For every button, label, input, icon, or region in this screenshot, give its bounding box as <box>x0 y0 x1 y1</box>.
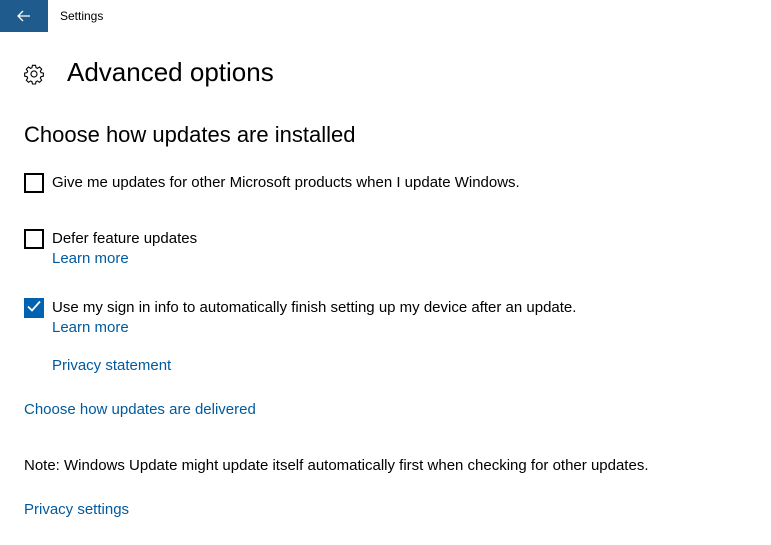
checkbox[interactable] <box>24 173 44 193</box>
learn-more-link-sign-in[interactable]: Learn more <box>52 318 129 338</box>
checkbox[interactable] <box>24 229 44 249</box>
privacy-statement-link[interactable]: Privacy statement <box>52 356 171 376</box>
checkmark-icon <box>27 299 41 317</box>
settings-window: Settings Advanced options Choose how upd… <box>0 0 771 545</box>
privacy-settings-link[interactable]: Privacy settings <box>24 500 129 520</box>
checkbox[interactable] <box>24 298 44 318</box>
back-button[interactable] <box>0 0 48 32</box>
option-other-microsoft-products[interactable]: Give me updates for other Microsoft prod… <box>24 173 520 193</box>
section-title: Choose how updates are installed <box>24 122 356 147</box>
page-title: Advanced options <box>67 57 274 87</box>
checkbox-label: Give me updates for other Microsoft prod… <box>52 174 520 191</box>
checkbox-label: Use my sign in info to automatically fin… <box>52 299 577 316</box>
title-bar: Settings <box>0 0 771 32</box>
note-text: Note: Windows Update might update itself… <box>24 457 649 474</box>
option-defer-feature-updates[interactable]: Defer feature updates <box>24 229 197 249</box>
learn-more-link-defer[interactable]: Learn more <box>52 249 129 269</box>
app-title: Settings <box>60 9 104 23</box>
back-arrow-icon <box>17 10 31 22</box>
page-header: Advanced options <box>22 56 274 92</box>
checkbox-label: Defer feature updates <box>52 230 198 247</box>
update-delivery-link[interactable]: Choose how updates are delivered <box>24 400 256 420</box>
gear-icon <box>22 62 46 86</box>
option-sign-in-info[interactable]: Use my sign in info to automatically fin… <box>24 298 576 318</box>
